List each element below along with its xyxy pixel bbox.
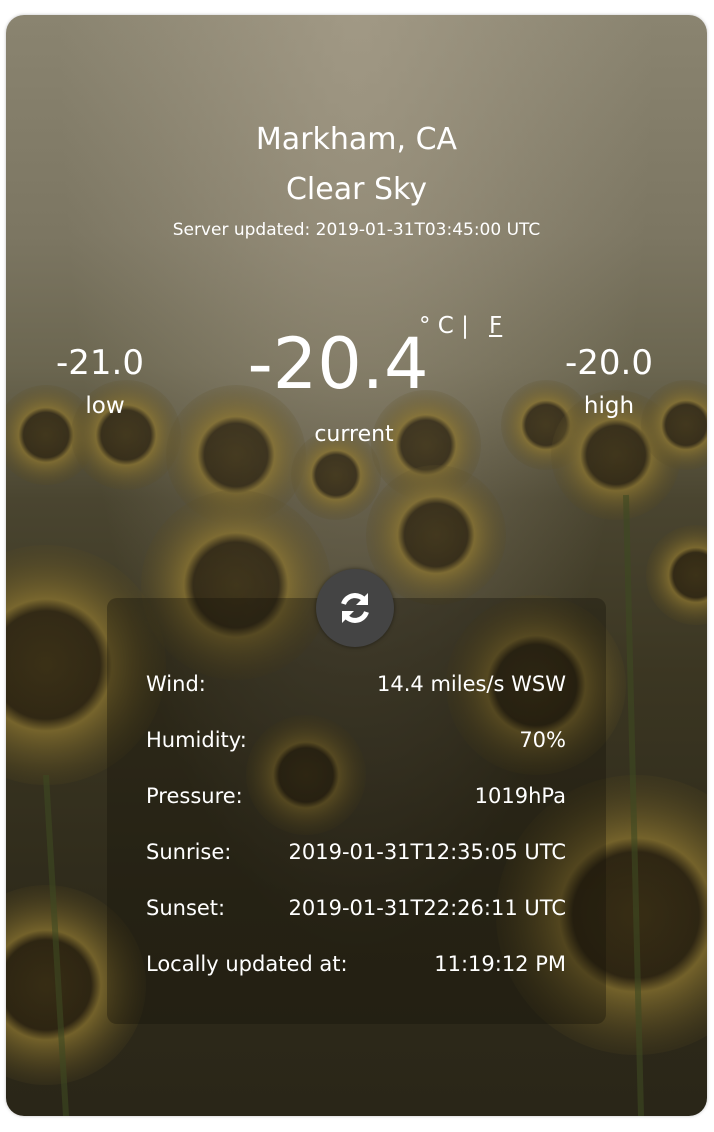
refresh-button[interactable] bbox=[316, 569, 394, 647]
pressure-row: Pressure: 1019hPa bbox=[146, 784, 566, 814]
sunset-row: Sunset: 2019-01-31T22:26:11 UTC bbox=[146, 896, 566, 926]
sunrise-row: Sunrise: 2019-01-31T12:35:05 UTC bbox=[146, 840, 566, 870]
sunset-value: 2019-01-31T22:26:11 UTC bbox=[288, 896, 567, 920]
current-temperature-label: current bbox=[314, 422, 394, 447]
wind-value: 14.4 miles/s WSW bbox=[377, 672, 566, 696]
server-updated-timestamp: Server updated: 2019-01-31T03:45:00 UTC bbox=[172, 220, 541, 240]
humidity-value: 70% bbox=[519, 728, 566, 752]
pressure-label: Pressure: bbox=[146, 784, 243, 808]
locally-updated-value: 11:19:12 PM bbox=[434, 952, 566, 976]
locally-updated-label: Locally updated at: bbox=[146, 952, 348, 976]
locally-updated-row: Locally updated at: 11:19:12 PM bbox=[146, 952, 566, 982]
low-temperature-value: -21.0 bbox=[56, 343, 144, 383]
current-temperature-value: -20.4 bbox=[247, 323, 429, 405]
sunrise-label: Sunrise: bbox=[146, 840, 232, 864]
humidity-row: Humidity: 70% bbox=[146, 728, 566, 758]
weather-condition: Clear Sky bbox=[285, 172, 428, 207]
low-temperature-label: low bbox=[85, 393, 125, 419]
refresh-icon bbox=[341, 593, 369, 623]
humidity-label: Humidity: bbox=[146, 728, 247, 752]
sunrise-value: 2019-01-31T12:35:05 UTC bbox=[288, 840, 567, 864]
high-temperature-label: high bbox=[583, 393, 635, 419]
celsius-unit-label: ° C | bbox=[419, 313, 469, 339]
sunset-label: Sunset: bbox=[146, 896, 226, 920]
wind-row: Wind: 14.4 miles/s WSW bbox=[146, 672, 566, 702]
wind-label: Wind: bbox=[146, 672, 206, 696]
pressure-value: 1019hPa bbox=[474, 784, 566, 808]
fahrenheit-unit-link[interactable]: F bbox=[489, 313, 502, 339]
high-temperature-value: -20.0 bbox=[565, 343, 653, 383]
weather-card: Markham, CA Clear Sky Server updated: 20… bbox=[6, 15, 707, 1116]
city-name: Markham, CA bbox=[255, 122, 458, 157]
